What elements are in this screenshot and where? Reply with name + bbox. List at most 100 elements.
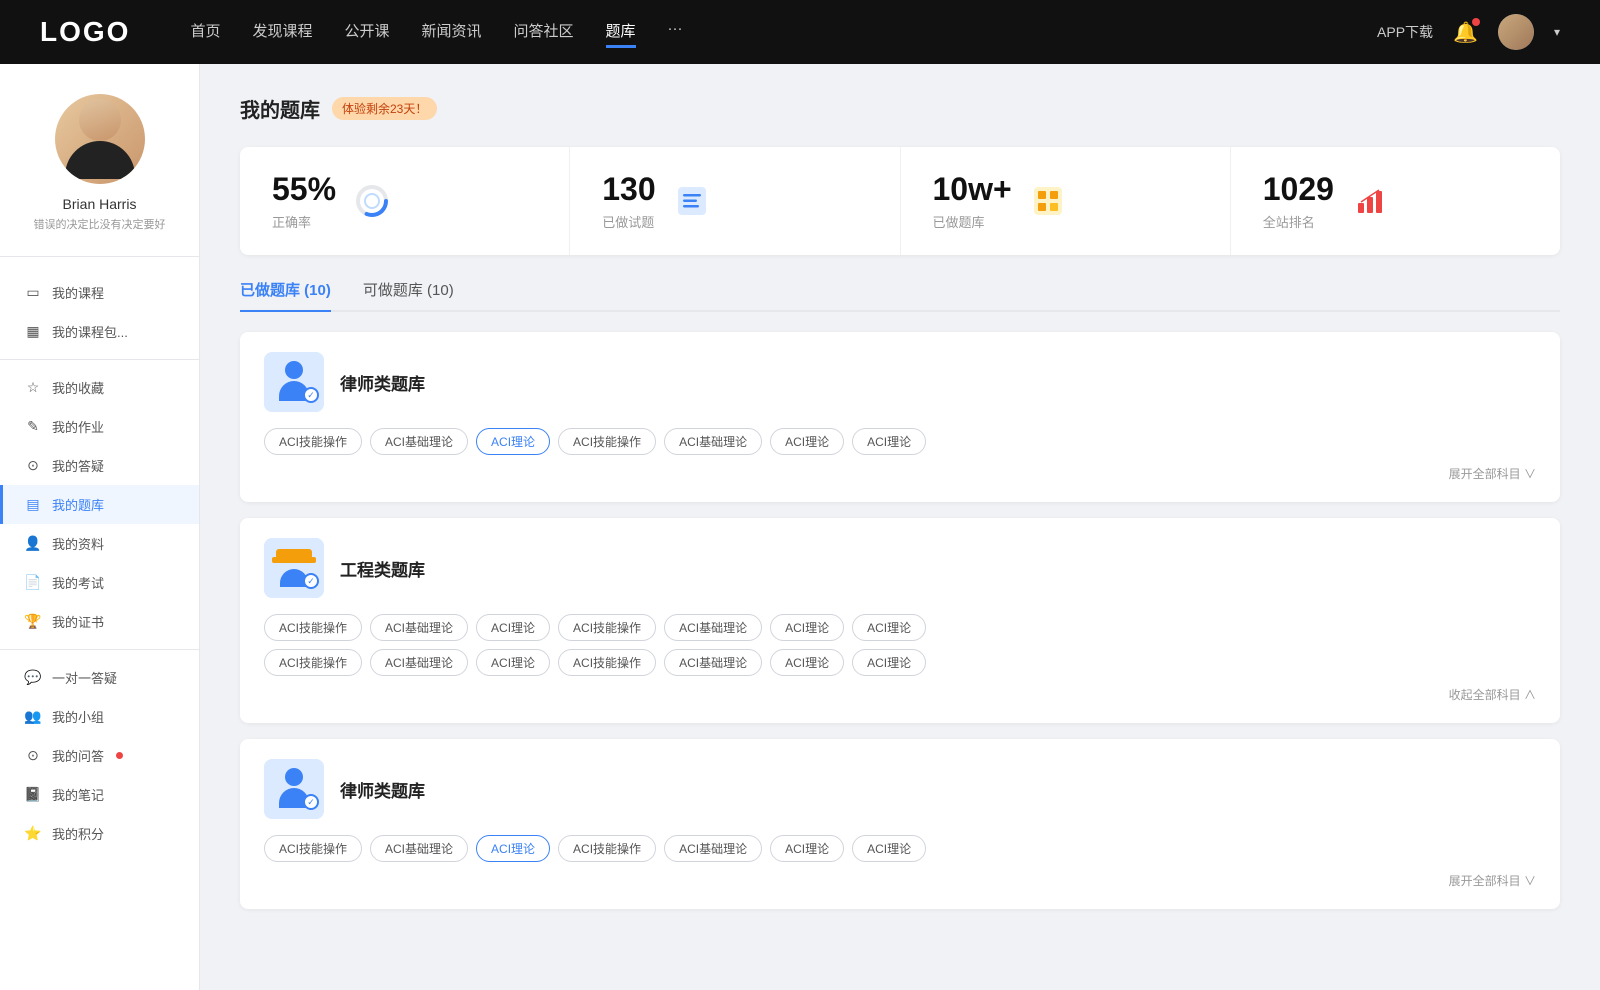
tag-0-1[interactable]: ACI基础理论 (370, 428, 468, 455)
qbank-1-tags-row2: ACI技能操作 ACI基础理论 ACI理论 ACI技能操作 ACI基础理论 AC… (264, 649, 1536, 676)
page-title: 我的题库 (240, 94, 320, 123)
tag-2-4[interactable]: ACI基础理论 (664, 835, 762, 862)
sidebar-item-certificate[interactable]: 🏆 我的证书 (0, 602, 199, 641)
points-icon: ⭐ (24, 825, 42, 842)
qbank-card-2: ✓ 律师类题库 ACI技能操作 ACI基础理论 ACI理论 ACI技能操作 AC… (240, 739, 1560, 909)
nav-qa[interactable]: 问答社区 (514, 16, 574, 48)
tag-0-0[interactable]: ACI技能操作 (264, 428, 362, 455)
tag-0-4[interactable]: ACI基础理论 (664, 428, 762, 455)
tag-2-0[interactable]: ACI技能操作 (264, 835, 362, 862)
tag-0-6[interactable]: ACI理论 (852, 428, 926, 455)
sidebar-item-groups[interactable]: 👥 我的小组 (0, 697, 199, 736)
person-head (285, 361, 303, 379)
sidebar-item-homework[interactable]: ✎ 我的作业 (0, 407, 199, 446)
sidebar-item-favorites[interactable]: ☆ 我的收藏 (0, 368, 199, 407)
star-icon: ☆ (24, 379, 42, 396)
tag-1-3[interactable]: ACI技能操作 (558, 614, 656, 641)
stat-banks-number: 10w+ (933, 171, 1012, 208)
qbank-1-expand[interactable]: 收起全部科目 ∧ (264, 686, 1536, 703)
user-avatar[interactable] (1498, 14, 1534, 50)
tag-1-12[interactable]: ACI理论 (770, 649, 844, 676)
nav-news[interactable]: 新闻资讯 (422, 16, 482, 48)
avatar-body (65, 141, 135, 179)
qbank-2-expand[interactable]: 展开全部科目 ∨ (264, 872, 1536, 889)
tag-1-6[interactable]: ACI理论 (852, 614, 926, 641)
tag-2-3[interactable]: ACI技能操作 (558, 835, 656, 862)
nav-questionbank[interactable]: 题库 (606, 16, 636, 48)
certificate-icon: 🏆 (24, 613, 42, 630)
tag-1-0[interactable]: ACI技能操作 (264, 614, 362, 641)
sidebar-item-myqa[interactable]: ⊙ 我的问答 (0, 736, 199, 775)
stat-done-questions: 130 已做试题 (570, 147, 900, 255)
sidebar-item-notes[interactable]: 📓 我的笔记 (0, 775, 199, 814)
qbank-0-expand[interactable]: 展开全部科目 ∨ (264, 465, 1536, 482)
nav-discover[interactable]: 发现课程 (252, 16, 312, 48)
stat-banks-info: 10w+ 已做题库 (933, 171, 1012, 231)
question-icon: ⊙ (24, 457, 42, 474)
sidebar-item-coursepackage[interactable]: ▦ 我的课程包... (0, 312, 199, 351)
stats-row: 55% 正确率 130 已做试题 (240, 147, 1560, 255)
tag-2-2[interactable]: ACI理论 (476, 835, 550, 862)
person2-check: ✓ (303, 794, 319, 810)
qbank-0-tags: ACI技能操作 ACI基础理论 ACI理论 ACI技能操作 ACI基础理论 AC… (264, 428, 1536, 455)
sidebar-motto: 错误的决定比没有决定要好 (0, 216, 199, 232)
tag-1-9[interactable]: ACI理论 (476, 649, 550, 676)
tab-done-banks[interactable]: 已做题库 (10) (240, 279, 331, 310)
logo[interactable]: LOGO (40, 16, 130, 48)
tag-0-3[interactable]: ACI技能操作 (558, 428, 656, 455)
page-title-row: 我的题库 体验剩余23天！ (240, 94, 1560, 123)
tag-0-5[interactable]: ACI理论 (770, 428, 844, 455)
tag-0-2[interactable]: ACI理论 (476, 428, 550, 455)
qbank-card-0: ✓ 律师类题库 ACI技能操作 ACI基础理论 ACI理论 ACI技能操作 AC… (240, 332, 1560, 502)
avatar-image (1498, 14, 1534, 50)
tab-available-banks[interactable]: 可做题库 (10) (363, 279, 454, 310)
stat-rank-number: 1029 (1263, 171, 1334, 208)
nav-home[interactable]: 首页 (190, 16, 220, 48)
sidebar-divider-1 (0, 359, 199, 360)
sidebar-item-questionbank[interactable]: ▤ 我的题库 (0, 485, 199, 524)
tag-2-6[interactable]: ACI理论 (852, 835, 926, 862)
sidebar-nav: ▭ 我的课程 ▦ 我的课程包... ☆ 我的收藏 ✎ 我的作业 ⊙ 我的答疑 ▤ (0, 273, 199, 853)
notification-bell[interactable]: 🔔 (1453, 20, 1478, 45)
tag-2-1[interactable]: ACI基础理论 (370, 835, 468, 862)
qbank-1-title: 工程类题库 (340, 556, 425, 581)
profile-icon: 👤 (24, 535, 42, 552)
homework-icon: ✎ (24, 418, 42, 435)
qbank-card-0-header: ✓ 律师类题库 (264, 352, 1536, 412)
stat-done-number: 130 (602, 171, 655, 208)
sidebar-avatar (55, 94, 145, 184)
tabs-row: 已做题库 (10) 可做题库 (10) (240, 279, 1560, 312)
tag-1-10[interactable]: ACI技能操作 (558, 649, 656, 676)
sidebar-item-profile[interactable]: 👤 我的资料 (0, 524, 199, 563)
tag-2-5[interactable]: ACI理论 (770, 835, 844, 862)
tag-1-13[interactable]: ACI理论 (852, 649, 926, 676)
navbar-right: APP下载 🔔 ▾ (1377, 14, 1560, 50)
tag-1-2[interactable]: ACI理论 (476, 614, 550, 641)
tag-1-4[interactable]: ACI基础理论 (664, 614, 762, 641)
onetone-icon: 💬 (24, 669, 42, 686)
tag-1-7[interactable]: ACI技能操作 (264, 649, 362, 676)
sidebar-item-points[interactable]: ⭐ 我的积分 (0, 814, 199, 853)
stat-rank-info: 1029 全站排名 (1263, 171, 1334, 231)
qbank-2-icon: ✓ (264, 759, 324, 819)
stat-accuracy-info: 55% 正确率 (272, 171, 336, 231)
sidebar-item-exam[interactable]: 📄 我的考试 (0, 563, 199, 602)
tag-1-1[interactable]: ACI基础理论 (370, 614, 468, 641)
coursepackage-icon: ▦ (24, 323, 42, 340)
tag-1-5[interactable]: ACI理论 (770, 614, 844, 641)
app-download-link[interactable]: APP下载 (1377, 22, 1433, 42)
sidebar-item-mycourse[interactable]: ▭ 我的课程 (0, 273, 199, 312)
qbank-1-tags: ACI技能操作 ACI基础理论 ACI理论 ACI技能操作 ACI基础理论 AC… (264, 614, 1536, 641)
sidebar-item-questions[interactable]: ⊙ 我的答疑 (0, 446, 199, 485)
list-stat-icon (672, 181, 712, 221)
sidebar-item-1on1[interactable]: 💬 一对一答疑 (0, 658, 199, 697)
tag-1-11[interactable]: ACI基础理论 (664, 649, 762, 676)
notification-dot (1472, 18, 1480, 26)
user-dropdown-icon[interactable]: ▾ (1554, 25, 1560, 39)
tag-1-8[interactable]: ACI基础理论 (370, 649, 468, 676)
nav-more[interactable]: ··· (668, 16, 683, 48)
nav-mooc[interactable]: 公开课 (344, 16, 389, 48)
questionbank-icon: ▤ (24, 496, 42, 513)
qa-notification-dot (116, 752, 123, 759)
sidebar-profile: Brian Harris 错误的决定比没有决定要好 (0, 94, 199, 257)
